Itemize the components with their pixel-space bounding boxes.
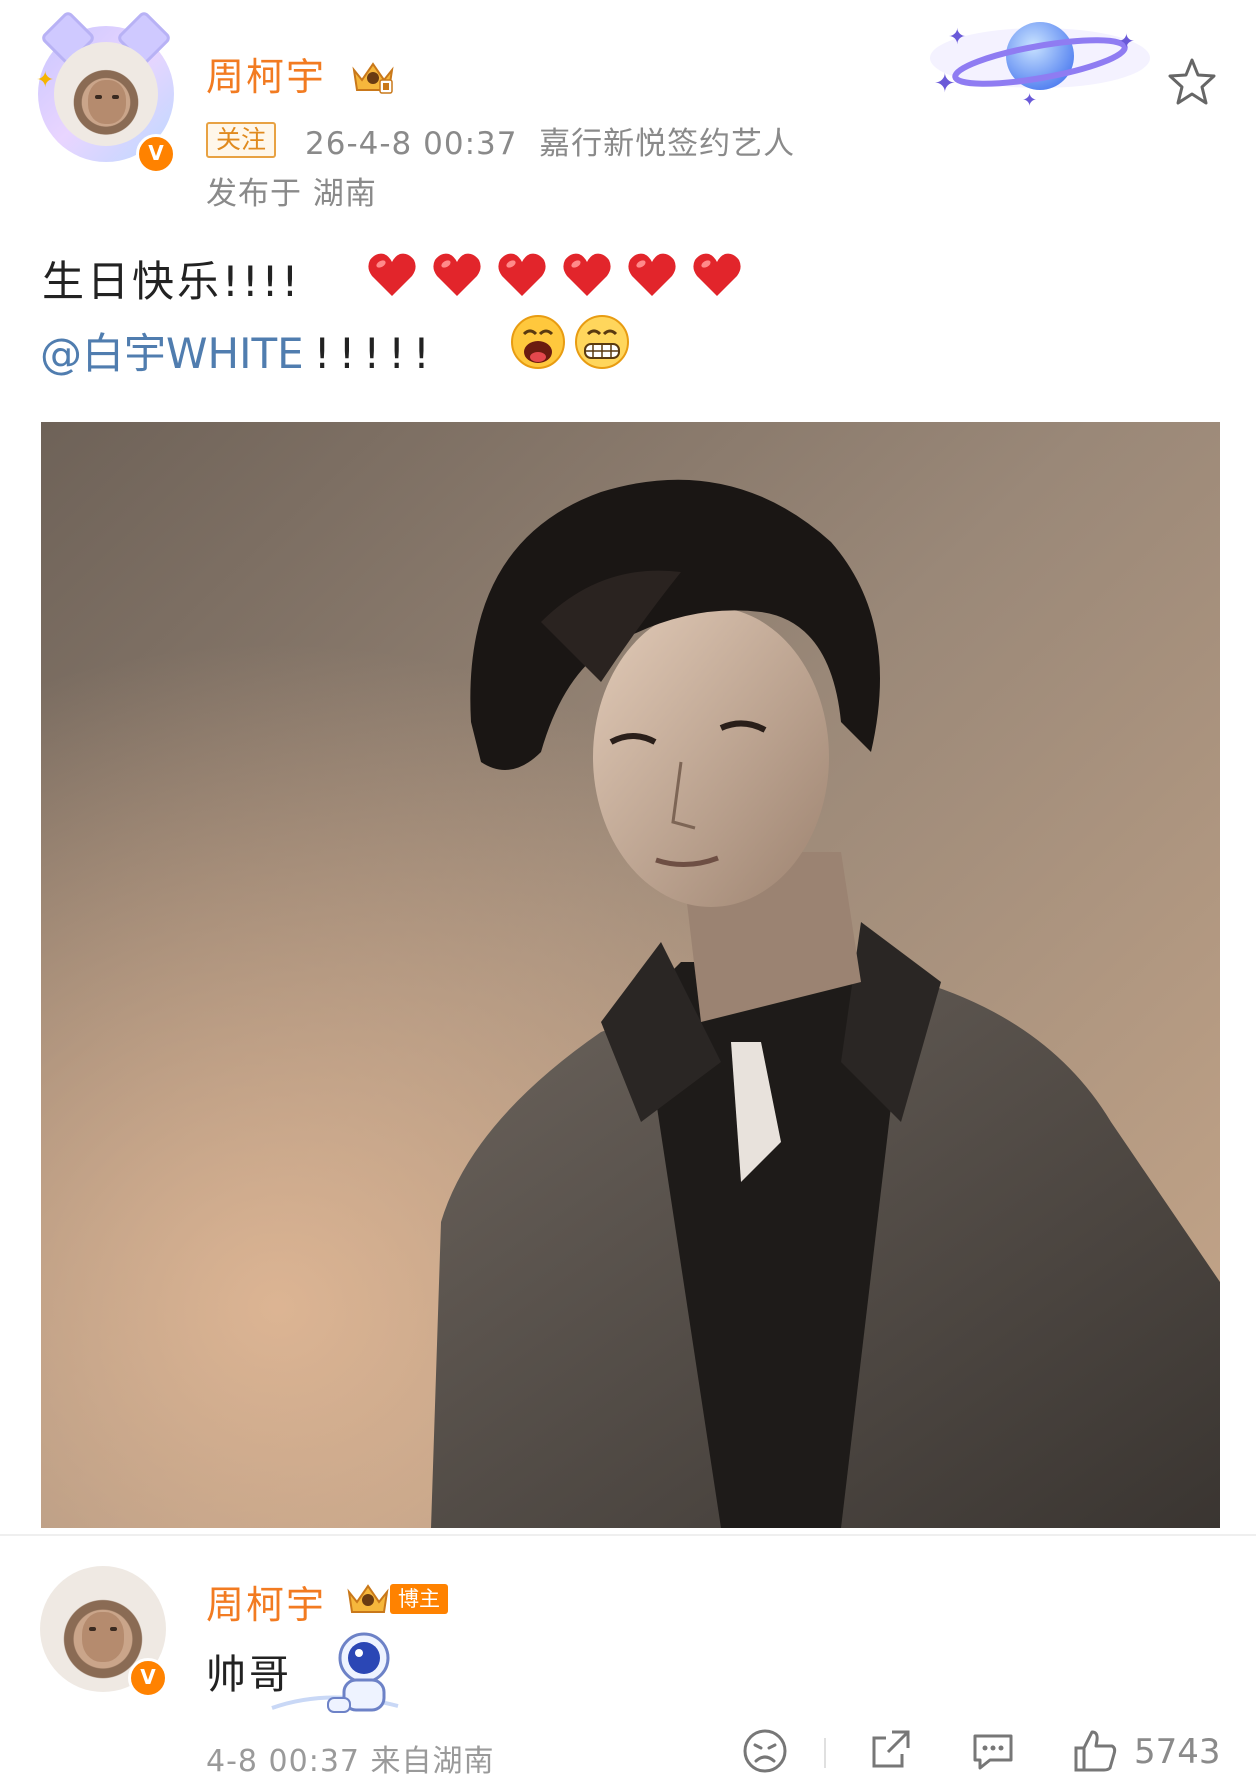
commenter-face: [82, 1612, 124, 1662]
laughing-emoji-icon: [511, 315, 565, 369]
commenter-verified-badge-icon: V: [128, 1658, 168, 1698]
comment-time-source: 4-8 00:37 来自湖南: [206, 1744, 495, 1779]
heart-emoji-icon: [693, 253, 741, 296]
heart-emoji-icon: [628, 253, 676, 296]
svg-text:✦: ✦: [934, 69, 956, 99]
avatar-face: [88, 80, 126, 124]
like-count: 5743: [1134, 1732, 1221, 1772]
author-avatar[interactable]: ✦ V: [36, 9, 176, 174]
heart-emoji-icon: [498, 253, 546, 296]
avatar-photo: [54, 42, 158, 146]
share-icon[interactable]: [866, 1726, 916, 1776]
heart-emoji-icon: [433, 253, 481, 296]
svg-text:✦: ✦: [1022, 90, 1037, 108]
post-location: 发布于 湖南: [206, 176, 377, 212]
section-divider: [0, 1534, 1256, 1536]
thumbs-up-icon[interactable]: [1070, 1726, 1120, 1776]
commenter-avatar[interactable]: V: [40, 1566, 168, 1698]
crown-icon: [352, 62, 394, 94]
svg-text:✦: ✦: [1118, 29, 1135, 53]
blogger-badge: 博主: [390, 1584, 448, 1614]
grinning-emoji-icon: [575, 315, 629, 369]
comment-action-bar: 5743: [740, 1726, 1230, 1782]
post-photo[interactable]: [41, 422, 1220, 1528]
post-meta: 26-4-8 00:37 嘉行新悦签约艺人: [305, 126, 796, 162]
astronaut-sticker-icon: [271, 1632, 399, 1713]
action-separator: [824, 1738, 826, 1768]
post-text-line1: 生日快乐!!!!: [42, 257, 302, 306]
sad-face-icon[interactable]: [740, 1726, 790, 1776]
author-name[interactable]: 周柯宇: [206, 46, 396, 101]
exclamation-text: !!!!!: [313, 329, 438, 378]
post-text-line2: @白宇WHITE!!!!!: [40, 320, 438, 381]
svg-text:✦: ✦: [948, 25, 966, 50]
author-name-text[interactable]: 周柯宇: [206, 55, 326, 99]
planet-decoration-icon: ✦ ✦ ✦ ✦: [930, 22, 1150, 108]
follow-status-tag[interactable]: 关注: [206, 122, 277, 158]
commenter-name[interactable]: 周柯宇: [206, 1574, 326, 1629]
frame-star-icon: ✦: [36, 68, 55, 93]
heart-emoji-icon: [563, 253, 611, 296]
favorite-star-icon[interactable]: [1166, 56, 1218, 108]
commenter-crown-icon: [347, 1584, 389, 1613]
heart-emoji-row: [366, 250, 756, 298]
verified-badge-icon: V: [136, 134, 176, 174]
comment-icon[interactable]: [968, 1726, 1018, 1776]
heart-emoji-icon: [368, 253, 416, 296]
mention-link[interactable]: @白宇WHITE: [40, 329, 304, 378]
